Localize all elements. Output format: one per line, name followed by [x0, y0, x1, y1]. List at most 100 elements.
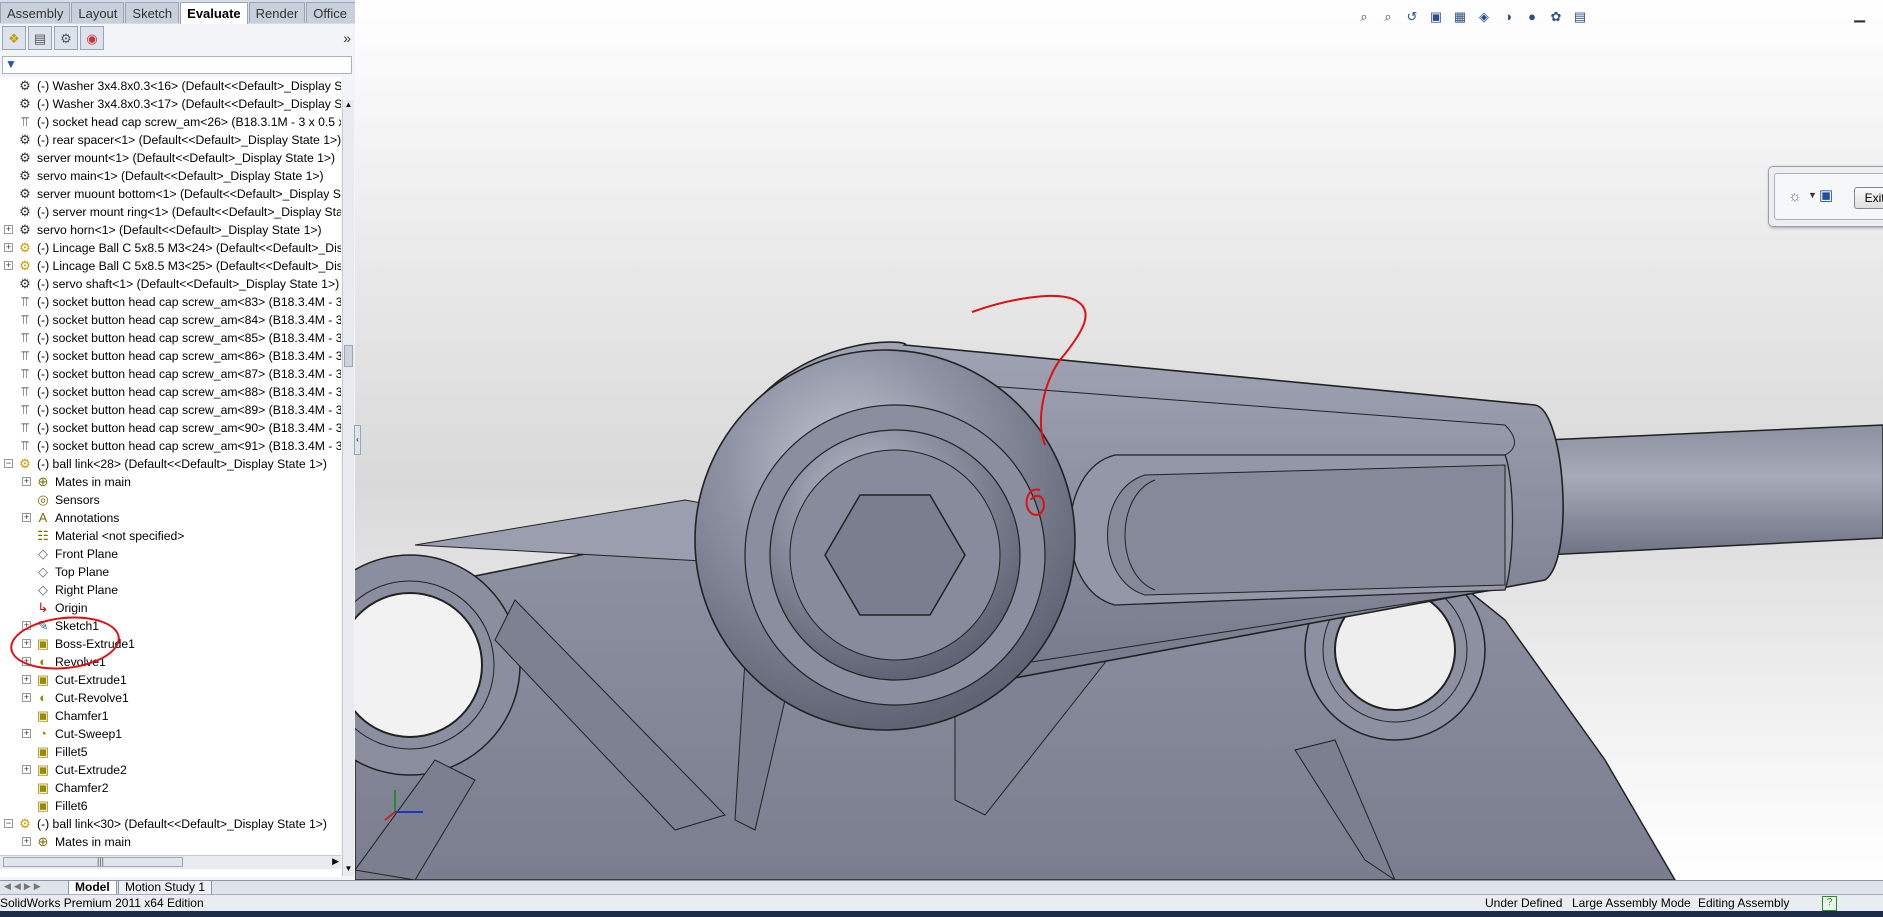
tree-item[interactable]: ⫪ (-) socket button head cap screw_am<83>…: [0, 293, 341, 311]
view-settings-icon[interactable]: ▤: [1571, 8, 1589, 26]
apply-scene-icon[interactable]: ✿: [1547, 8, 1565, 26]
exit-isolate-button[interactable]: Exit Isolate: [1854, 187, 1883, 209]
hide-show-icon[interactable]: ◑: [1499, 8, 1517, 26]
help-icon[interactable]: ?: [1822, 896, 1837, 911]
tab-render-tools[interactable]: Render Tools: [248, 2, 306, 42]
tree-item[interactable]: ⫪ (-) socket button head cap screw_am<86>…: [0, 347, 341, 365]
visibility-icon[interactable]: ☼: [1788, 188, 1802, 205]
tree-item-label: server muount bottom<1> (Default<<Defaul…: [37, 187, 341, 201]
tree-item[interactable]: ▣ Chamfer2: [0, 779, 341, 797]
zoom-to-fit-icon[interactable]: ⌕: [1355, 8, 1373, 26]
expand-icon[interactable]: +: [22, 693, 31, 702]
tab-evaluate[interactable]: Evaluate: [180, 2, 248, 25]
collapse-icon[interactable]: −: [4, 459, 13, 468]
view-orientation-icon[interactable]: ▦: [1451, 8, 1469, 26]
tree-item[interactable]: ▣ Fillet6: [0, 797, 341, 815]
tree-filter-input[interactable]: ▼: [2, 56, 352, 74]
expand-icon[interactable]: +: [22, 477, 31, 486]
expand-icon[interactable]: +: [4, 225, 13, 234]
model-view[interactable]: [355, 0, 1883, 880]
tab-assembly[interactable]: Assembly: [0, 2, 71, 23]
tree-item[interactable]: + ▣ Cut-Extrude2: [0, 761, 341, 779]
tree-item[interactable]: ⚙ server muount bottom<1> (Default<<Defau…: [0, 185, 341, 203]
tree-item[interactable]: ◇ Top Plane: [0, 563, 341, 581]
tab-nav-arrows-icon[interactable]: ◀◀▶▶: [4, 881, 44, 892]
collapse-icon[interactable]: −: [4, 819, 13, 828]
tree-item[interactable]: + ⚙ servo horn<1> (Default<<Default>_Displ…: [0, 221, 341, 239]
tree-item[interactable]: + ⚙ (-) Lincage Ball C 5x8.5 M3<25> (Defau…: [0, 257, 341, 275]
isolate-popup-inner: ☼ ▼ ▣ Exit Isolate: [1774, 173, 1883, 220]
section-view-icon[interactable]: ▣: [1427, 8, 1445, 26]
tree-item[interactable]: ⫪ (-) socket button head cap screw_am<90>…: [0, 419, 341, 437]
tree-item[interactable]: + ⊕ Mates in main: [0, 833, 341, 851]
tree-item[interactable]: ⫪ (-) socket button head cap screw_am<84>…: [0, 311, 341, 329]
scroll-down-icon[interactable]: ▼: [343, 864, 354, 876]
save-icon[interactable]: ▣: [1819, 186, 1833, 204]
tree-item[interactable]: ◎ Sensors: [0, 491, 341, 509]
tree-item[interactable]: ◇ Right Plane: [0, 581, 341, 599]
tree-item[interactable]: ⚙ (-) Washer 3x4.8x0.3<17> (Default<<Defa…: [0, 95, 341, 113]
configuration-manager-icon[interactable]: ⚙: [54, 26, 78, 50]
tab-motion-study[interactable]: Motion Study 1: [118, 881, 213, 895]
tree-horizontal-scrollbar[interactable]: ||| ▶: [0, 855, 341, 869]
tree-item-label: (-) ball link<28> (Default<<Default>_Dis…: [37, 457, 327, 471]
tree-item[interactable]: − ⚙ (-) ball link<28> (Default<<Default>_D…: [0, 455, 341, 473]
screw-icon: ⫪: [21, 366, 29, 381]
tree-item[interactable]: + ◐ Cut-Revolve1: [0, 689, 341, 707]
tree-item[interactable]: + ⚙ (-) Lincage Ball C 5x8.5 M3<24> (Defau…: [0, 239, 341, 257]
display-style-icon[interactable]: ◈: [1475, 8, 1493, 26]
tree-item[interactable]: ⫪ (-) socket button head cap screw_am<88>…: [0, 383, 341, 401]
scroll-right-icon[interactable]: ▶: [332, 856, 339, 867]
expand-icon[interactable]: +: [4, 261, 13, 270]
tree-item[interactable]: ⫪ (-) socket head cap screw_am<26> (B18.3…: [0, 113, 341, 131]
panel-collapse-handle[interactable]: ‹: [354, 425, 361, 455]
tree-item[interactable]: ⫪ (-) socket button head cap screw_am<89>…: [0, 401, 341, 419]
expand-icon[interactable]: +: [22, 837, 31, 846]
tree-item[interactable]: + ◔ Cut-Sweep1: [0, 725, 341, 743]
expand-icon[interactable]: +: [22, 765, 31, 774]
graphics-viewport[interactable]: ⌕ ⌕ ↺ ▣ ▦ ◈ ◑ ● ✿ ▤ ▁ ☼ ▼ ▣ Exit Isolate: [355, 0, 1883, 880]
tree-item[interactable]: ◇ Front Plane: [0, 545, 341, 563]
filter-icon[interactable]: ▼: [5, 57, 17, 71]
tree-item[interactable]: − ⚙ (-) ball link<30> (Default<<Default>_D…: [0, 815, 341, 833]
tab-model[interactable]: Model: [68, 881, 117, 895]
tree-item[interactable]: ⫪ (-) socket button head cap screw_am<91>…: [0, 437, 341, 455]
panel-expand-icon[interactable]: »: [343, 30, 351, 46]
display-manager-icon[interactable]: ◉: [80, 26, 104, 50]
zoom-area-icon[interactable]: ⌕: [1379, 8, 1397, 26]
expand-icon[interactable]: +: [22, 729, 31, 738]
scroll-thumb[interactable]: [344, 345, 353, 367]
minimize-icon[interactable]: ▁: [1854, 6, 1865, 23]
chevron-down-icon[interactable]: ▼: [1808, 190, 1817, 200]
tree-item[interactable]: ↳ Origin: [0, 599, 341, 617]
tree-item[interactable]: ⚙ servo main<1> (Default<<Default>_Displa…: [0, 167, 341, 185]
tree-item[interactable]: ⚙ (-) Washer 3x4.8x0.3<16> (Default<<Defa…: [0, 77, 341, 95]
tree-vertical-scrollbar[interactable]: ▲ ▼: [342, 100, 354, 876]
tree-item[interactable]: ⫪ (-) socket button head cap screw_am<85>…: [0, 329, 341, 347]
property-manager-icon[interactable]: ▤: [28, 26, 52, 50]
hscroll-thumb[interactable]: |||: [3, 856, 183, 867]
tree-item[interactable]: + ▣ Cut-Extrude1: [0, 671, 341, 689]
tree-item[interactable]: + ⊕ Mates in main: [0, 473, 341, 491]
linkage-rod[interactable]: [1532, 424, 1883, 557]
tree-item[interactable]: ☷ Material <not specified>: [0, 527, 341, 545]
ball-head-socket[interactable]: [694, 349, 1076, 731]
tree-item[interactable]: + A Annotations: [0, 509, 341, 527]
previous-view-icon[interactable]: ↺: [1403, 8, 1421, 26]
tree-item[interactable]: ▣ Chamfer1: [0, 707, 341, 725]
edit-appearance-icon[interactable]: ●: [1523, 8, 1541, 26]
feature-manager-icon[interactable]: ❖: [2, 26, 26, 50]
tab-layout[interactable]: Layout: [71, 2, 125, 23]
tree-item[interactable]: ⚙ (-) rear spacer<1> (Default<<Default>_D…: [0, 131, 341, 149]
tree-item[interactable]: ▣ Fillet5: [0, 743, 341, 761]
feature-icon: ▣: [36, 762, 50, 777]
tree-item[interactable]: ⚙ (-) server mount ring<1> (Default<<Defa…: [0, 203, 341, 221]
tree-item[interactable]: ⚙ (-) servo shaft<1> (Default<<Default>_D…: [0, 275, 341, 293]
expand-icon[interactable]: +: [22, 513, 31, 522]
tab-sketch[interactable]: Sketch: [125, 2, 180, 23]
scroll-up-icon[interactable]: ▲: [343, 100, 354, 112]
tree-item[interactable]: ⫪ (-) socket button head cap screw_am<87>…: [0, 365, 341, 383]
expand-icon[interactable]: +: [22, 675, 31, 684]
expand-icon[interactable]: +: [4, 243, 13, 252]
tree-item[interactable]: ⚙ server mount<1> (Default<<Default>_Disp…: [0, 149, 341, 167]
